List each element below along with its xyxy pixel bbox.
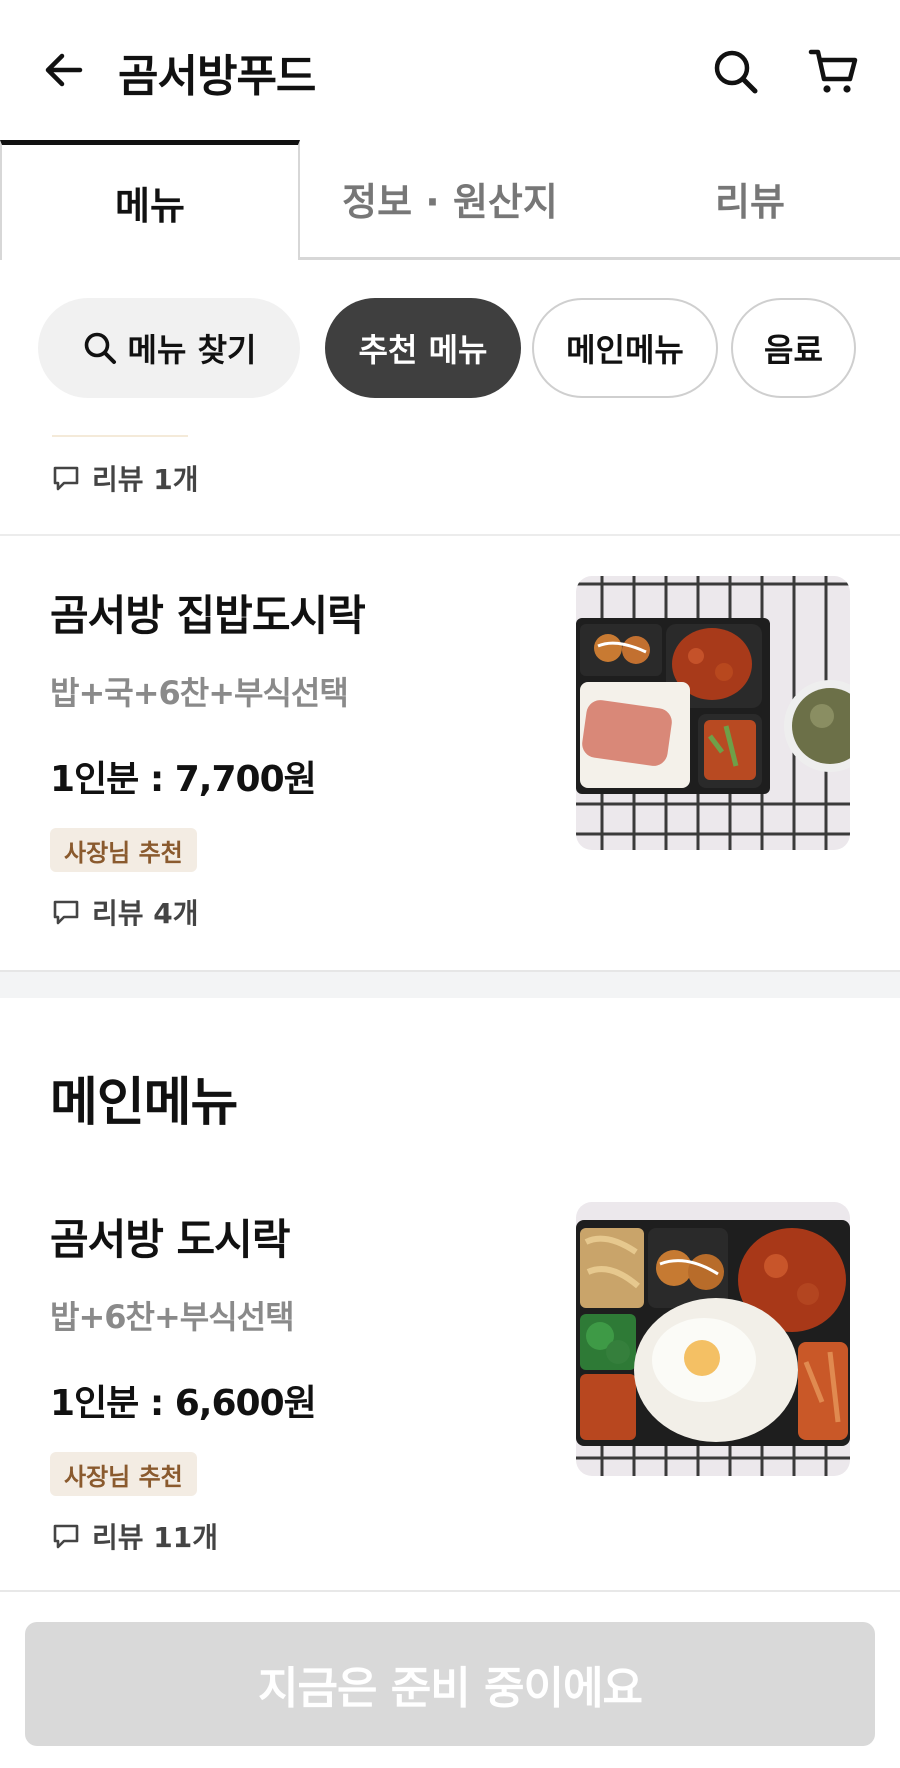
review-count-label: 리뷰 11개 bbox=[92, 1521, 218, 1554]
category-chips: 메뉴 찾기 추천 메뉴 메인메뉴 음료 bbox=[0, 260, 900, 430]
section-divider bbox=[0, 970, 900, 998]
cart-icon bbox=[808, 49, 858, 93]
menu-item-card[interactable]: 곰서방 집밥도시락 밥+국+6찬+부식선택 1인분 : 7,700원 사장님 추… bbox=[0, 536, 900, 970]
menu-item-name: 곰서방 도시락 bbox=[50, 1215, 290, 1264]
store-tabs: 메뉴 정보 · 원산지 리뷰 bbox=[0, 140, 900, 260]
menu-item-card[interactable]: 곰서방 도시락 밥+6찬+부식선택 1인분 : 6,600원 사장님 추천 리뷰… bbox=[0, 1162, 900, 1590]
tab-menu[interactable]: 메뉴 bbox=[0, 140, 300, 260]
menu-item-description: 밥+국+6찬+부식선택 bbox=[50, 674, 349, 712]
menu-search-chip[interactable]: 메뉴 찾기 bbox=[38, 298, 300, 398]
tab-review[interactable]: 리뷰 bbox=[600, 140, 900, 260]
section-title-main-menu: 메인메뉴 bbox=[50, 1073, 238, 1133]
chip-recommended-menu[interactable]: 추천 메뉴 bbox=[325, 298, 521, 398]
divider bbox=[52, 435, 188, 437]
speech-bubble-icon bbox=[52, 897, 82, 927]
menu-item-photo[interactable] bbox=[576, 1202, 850, 1476]
search-icon bbox=[82, 330, 118, 366]
search-icon bbox=[714, 50, 758, 94]
review-count: 리뷰 4개 bbox=[52, 892, 199, 932]
owner-recommend-badge: 사장님 추천 bbox=[50, 1452, 197, 1496]
chip-main-menu[interactable]: 메인메뉴 bbox=[532, 298, 718, 398]
arrow-left-icon bbox=[45, 53, 83, 87]
menu-item-description: 밥+6찬+부식선택 bbox=[50, 1298, 295, 1336]
store-title: 곰서방푸드 bbox=[118, 51, 316, 102]
menu-item-name: 곰서방 집밥도시락 bbox=[50, 591, 366, 640]
menu-item-price: 1인분 : 6,600원 bbox=[50, 1383, 317, 1424]
chip-drinks[interactable]: 음료 bbox=[731, 298, 856, 398]
owner-recommend-badge: 사장님 추천 bbox=[50, 828, 197, 872]
tab-info-origin[interactable]: 정보 · 원산지 bbox=[300, 140, 600, 260]
menu-search-label: 메뉴 찾기 bbox=[127, 331, 257, 369]
speech-bubble-icon bbox=[52, 463, 82, 493]
search-button[interactable] bbox=[708, 44, 764, 100]
cart-button[interactable] bbox=[806, 44, 862, 100]
list-item[interactable]: 리뷰 1개 bbox=[0, 430, 900, 536]
menu-item-photo[interactable] bbox=[576, 576, 850, 850]
bottom-action-bar: 지금은 준비 중이에요 bbox=[0, 1590, 900, 1768]
review-count: 리뷰 1개 bbox=[52, 458, 199, 498]
review-count-label: 리뷰 4개 bbox=[92, 897, 199, 930]
menu-item-price: 1인분 : 7,700원 bbox=[50, 759, 317, 800]
speech-bubble-icon bbox=[52, 1521, 82, 1551]
app-header: 곰서방푸드 bbox=[0, 0, 900, 140]
order-unavailable-button[interactable]: 지금은 준비 중이에요 bbox=[25, 1622, 875, 1746]
review-count: 리뷰 11개 bbox=[52, 1516, 218, 1556]
back-button[interactable] bbox=[38, 44, 90, 96]
review-count-label: 리뷰 1개 bbox=[92, 463, 199, 496]
